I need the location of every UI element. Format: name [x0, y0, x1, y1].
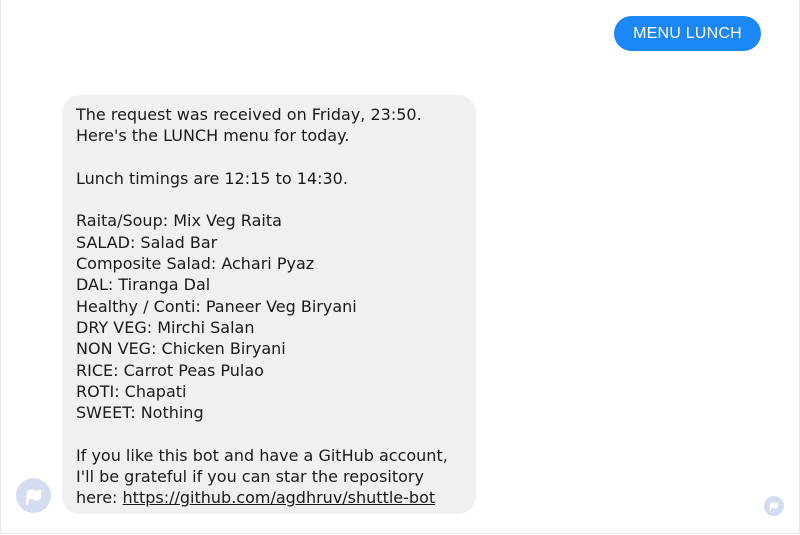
message-line: I'll be grateful if you can star the rep…: [76, 467, 424, 487]
menu-item: SALAD: Salad Bar: [76, 232, 218, 252]
message-line: here: https://github.com/agdhruv/shuttle…: [76, 487, 462, 508]
menu-item: Raita/Soup: Mix Veg Raita: [76, 211, 282, 231]
menu-item: Healthy / Conti: Paneer Veg Biryani: [76, 296, 357, 316]
menu-item: DAL: Tiranga Dal: [76, 275, 211, 295]
github-repo-link[interactable]: https://github.com/agdhruv/shuttle-bot: [123, 488, 436, 507]
menu-item: Composite Salad: Achari Pyaz: [76, 254, 315, 274]
bot-avatar-glyph-icon: [25, 488, 41, 505]
menu-item: NON VEG: Chicken Biryani: [76, 339, 286, 359]
menu-item: ROTI: Chapati: [76, 381, 187, 401]
message-line: The request was received on Friday, 23:5…: [76, 105, 422, 124]
menu-item: DRY VEG: Mirchi Salan: [76, 317, 255, 337]
bot-avatar-icon[interactable]: [16, 478, 51, 513]
seen-indicator-glyph-icon: [769, 502, 778, 511]
sent-message-bubble[interactable]: MENU LUNCH: [614, 16, 761, 51]
message-line: Here's the LUNCH menu for today.: [76, 126, 350, 146]
seen-indicator-icon: [764, 496, 784, 516]
link-prefix: here:: [76, 488, 123, 508]
menu-item: SWEET: Nothing: [76, 403, 204, 423]
lunch-timings: Lunch timings are 12:15 to 14:30.: [76, 168, 348, 188]
received-message-bubble: The request was received on Friday, 23:5…: [62, 95, 476, 514]
message-line: If you like this bot and have a GitHub a…: [76, 445, 448, 465]
menu-item: RICE: Carrot Peas Pulao: [76, 360, 264, 380]
